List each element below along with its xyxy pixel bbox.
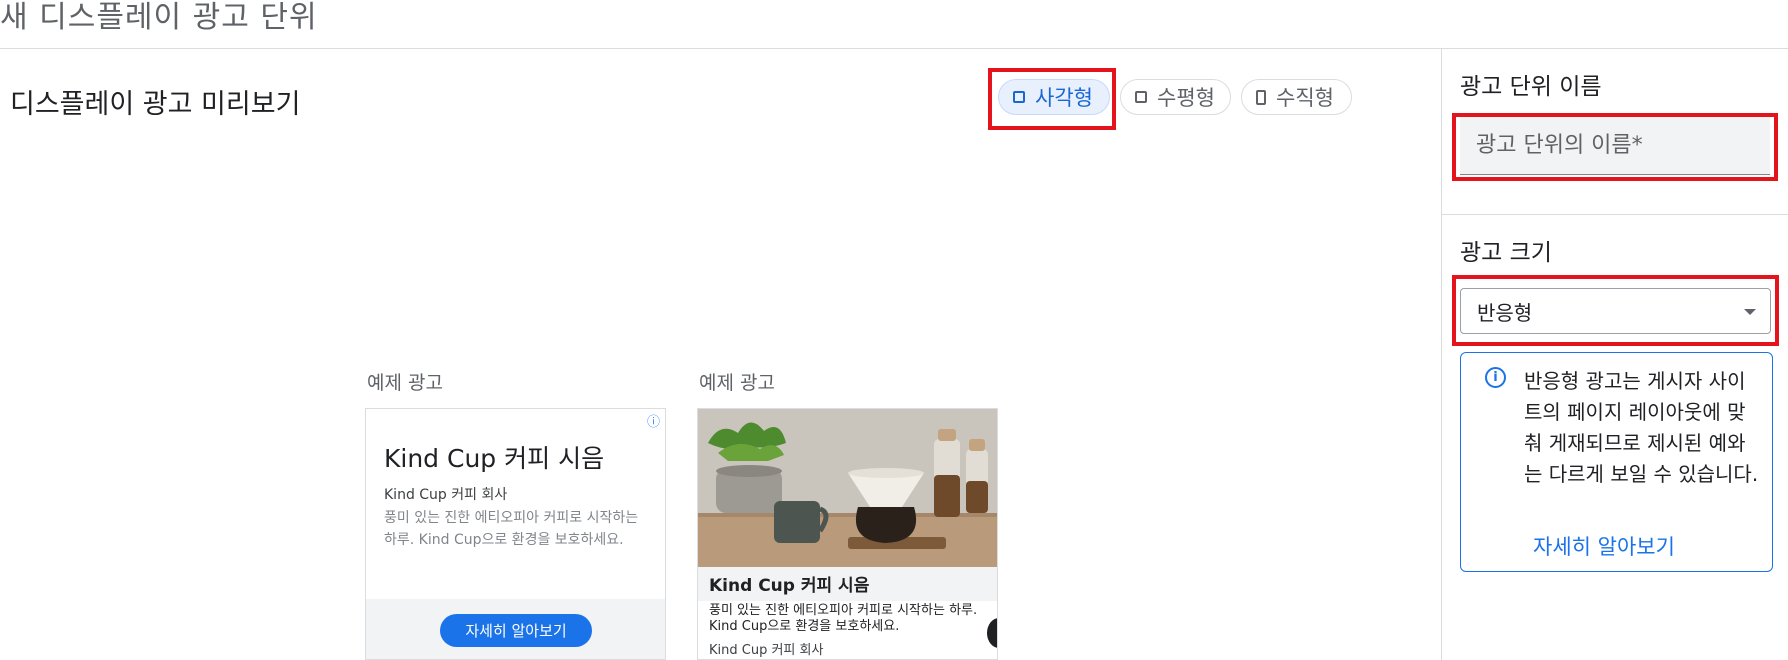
ad-size-value: 반응형 [1477,300,1533,325]
sample-ad-label: 예제 광고 [699,372,775,394]
responsive-info-box: i 반응형 광고는 게시자 사이트의 페이지 레이아웃에 맞춰 게재되므로 제시… [1460,352,1773,572]
info-icon: i [1485,367,1506,388]
preview-title: 디스플레이 광고 미리보기 [10,89,301,120]
shape-chip-label: 수직형 [1276,86,1334,110]
sample-ad-image[interactable]: Kind Cup 커피 시음 풍미 있는 진한 에티오피아 커피로 시작하는 하… [697,408,998,660]
responsive-info-text: 반응형 광고는 게시자 사이트의 페이지 레이아웃에 맞춰 게재되므로 제시된 … [1524,369,1759,486]
shape-chip-square[interactable]: 사각형 [998,79,1110,115]
coffee-photo [698,409,997,567]
panel-divider [1441,48,1442,660]
sample-ad-label: 예제 광고 [367,372,443,394]
learn-more-button[interactable]: 자세히 알아보기 [440,614,592,647]
shape-chip-horizontal[interactable]: 수평형 [1120,79,1231,115]
ad-advertiser: Kind Cup 커피 회사 [384,487,508,503]
vertical-rectangle-icon [1256,89,1266,105]
ad-description: 풍미 있는 진한 에티오피아 커피로 시작하는 하루. Kind Cup으로 환… [384,510,639,548]
learn-more-link[interactable]: 자세히 알아보기 [1533,531,1675,561]
header-divider [0,48,1788,49]
ad-unit-name-label: 광고 단위 이름 [1460,74,1602,100]
ad-size-select[interactable]: 반응형 [1460,288,1771,334]
ad-size-label: 광고 크기 [1460,240,1552,266]
ad-advertiser: Kind Cup 커피 회사 [709,643,824,658]
ad-description: 풍미 있는 진한 에티오피아 커피로 시작하는 하루. Kind Cup으로 환… [709,603,978,634]
dropdown-arrow-icon [1744,309,1756,315]
ad-unit-name-input[interactable] [1460,117,1770,175]
ad-headline: Kind Cup 커피 시음 [384,444,605,473]
sample-ad-text[interactable]: ⓘ Kind Cup 커피 시음 Kind Cup 커피 회사 풍미 있는 진한… [365,408,666,660]
ad-headline: Kind Cup 커피 시음 [709,576,870,596]
square-icon [1013,91,1025,103]
page-title: 새 디스플레이 광고 단위 [0,0,318,35]
horizontal-rectangle-icon [1135,91,1147,103]
shape-chip-vertical[interactable]: 수직형 [1241,79,1352,115]
ad-footer: 자세히 알아보기 [366,599,665,659]
shape-chip-label: 사각형 [1035,86,1093,110]
section-divider [1442,214,1788,215]
shape-chip-label: 수평형 [1157,86,1215,110]
info-icon[interactable]: ⓘ [647,411,660,430]
